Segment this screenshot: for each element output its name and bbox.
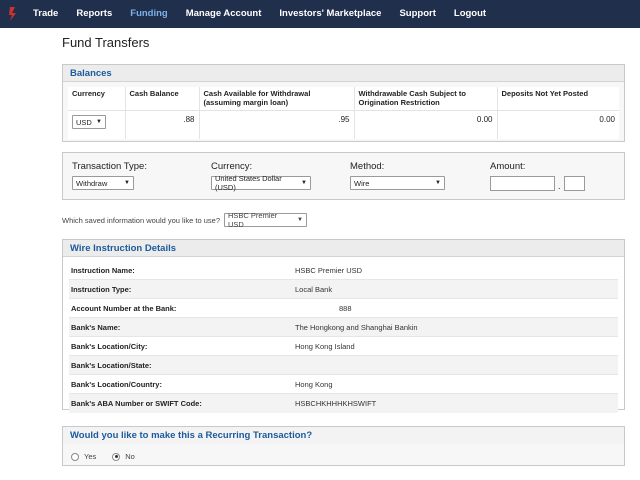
list-item: Instruction Name: HSBC Premier USD — [69, 261, 618, 280]
balances-heading: Balances — [63, 65, 624, 82]
transaction-currency-select[interactable]: United States Dollar (USD) ▼ — [211, 174, 311, 192]
list-item: Bank's Name: The Hongkong and Shanghai B… — [69, 318, 618, 337]
recurring-heading: Would you like to make this a Recurring … — [63, 427, 624, 444]
chevron-down-icon: ▼ — [435, 180, 441, 186]
wire-instruction-panel: Wire Instruction Details Instruction Nam… — [62, 239, 625, 413]
transaction-type-select[interactable]: Withdraw ▼ — [72, 176, 134, 190]
amount-cents-input[interactable] — [564, 176, 585, 191]
list-item: Bank's Location/State: — [69, 356, 618, 375]
nav-manage-account[interactable]: Manage Account — [177, 0, 271, 28]
wire-key: Instruction Name: — [71, 265, 135, 275]
withdrawable-restricted-value: 0.00 — [354, 110, 498, 139]
wire-key: Bank's Name: — [71, 322, 121, 332]
nav-trade[interactable]: Trade — [26, 0, 67, 28]
col-currency: Currency — [68, 87, 126, 111]
transaction-type-label: Transaction Type: — [72, 161, 147, 172]
transaction-type-value: Withdraw — [76, 178, 108, 188]
transaction-currency-value: United States Dollar (USD) — [215, 174, 282, 192]
nav-reports[interactable]: Reports — [67, 0, 121, 28]
chevron-down-icon: ▼ — [301, 180, 307, 186]
wire-value: The Hongkong and Shanghai Bankin — [295, 322, 418, 332]
deposits-not-posted-value: 0.00 — [497, 110, 619, 139]
saved-info-value: HSBC Premier USD — [228, 211, 278, 229]
currency-select-value: USD — [76, 117, 92, 127]
wire-key: Instruction Type: — [71, 284, 132, 294]
wire-value: HSBC Premier USD — [295, 265, 363, 275]
recurring-no-label: No — [125, 452, 135, 461]
col-withdrawable-restricted: Withdrawable Cash Subject to Origination… — [354, 87, 498, 111]
list-item: Bank's Location/City: Hong Kong Island — [69, 337, 618, 356]
saved-info-row: Which saved information would you like t… — [62, 211, 307, 229]
chevron-down-icon: ▼ — [297, 217, 303, 223]
saved-info-question: Which saved information would you like t… — [62, 215, 220, 225]
wire-key: Bank's ABA Number or SWIFT Code: — [71, 399, 202, 408]
wire-value: Local Bank — [295, 284, 333, 294]
wire-key: Bank's Location/City: — [71, 341, 148, 351]
balances-table: Currency Cash Balance Cash Available for… — [68, 87, 619, 139]
wire-value: HSBCHKHHHKHSWIFT — [295, 399, 377, 408]
amount-whole-input[interactable] — [490, 176, 555, 191]
top-nav: Trade Reports Funding Manage Account Inv… — [0, 0, 640, 28]
transaction-panel: Transaction Type: Withdraw ▼ Currency: U… — [62, 152, 625, 200]
recurring-panel: Would you like to make this a Recurring … — [62, 426, 625, 466]
wire-value: Hong Kong Island — [295, 341, 355, 351]
saved-info-select[interactable]: HSBC Premier USD ▼ — [224, 211, 307, 229]
wire-key: Bank's Location/Country: — [71, 379, 162, 389]
list-item: Bank's ABA Number or SWIFT Code: HSBCHKH… — [69, 394, 618, 413]
nav-investors-marketplace[interactable]: Investors' Marketplace — [270, 0, 390, 28]
col-deposits-not-posted: Deposits Not Yet Posted — [497, 87, 619, 111]
nav-support[interactable]: Support — [390, 0, 444, 28]
recurring-no-radio[interactable] — [112, 452, 121, 461]
col-cash-available: Cash Available for Withdrawal (assuming … — [199, 87, 355, 111]
recurring-yes-label: Yes — [84, 452, 97, 461]
nav-funding[interactable]: Funding — [121, 0, 176, 28]
page-title: Fund Transfers — [62, 35, 150, 50]
cash-available-value: .95 — [199, 110, 355, 139]
amount-label: Amount: — [490, 161, 526, 172]
wire-key: Account Number at the Bank: — [71, 303, 177, 313]
method-select[interactable]: Wire ▼ — [350, 176, 445, 190]
method-label: Method: — [350, 161, 385, 172]
col-cash-balance: Cash Balance — [125, 87, 200, 111]
recurring-yes-radio[interactable] — [71, 452, 79, 461]
list-item: Account Number at the Bank: 888 — [69, 299, 618, 318]
brand-logo-icon[interactable] — [0, 0, 26, 28]
chevron-down-icon: ▼ — [124, 180, 130, 186]
amount-decimal-separator: . — [558, 181, 561, 191]
wire-value: Hong Kong — [295, 379, 333, 389]
recurring-options: Yes No — [71, 452, 135, 461]
currency-select[interactable]: USD ▼ — [72, 115, 106, 129]
table-row: USD ▼ .88 .95 0.00 0.00 — [68, 110, 619, 139]
currency-label: Currency: — [211, 161, 253, 172]
chevron-down-icon: ▼ — [96, 119, 102, 125]
currency-cell: USD ▼ — [68, 110, 126, 139]
cash-balance-value: .88 — [125, 110, 200, 139]
balances-panel: Balances Currency Cash Balance Cash Avai… — [62, 64, 625, 142]
list-item: Bank's Location/Country: Hong Kong — [69, 375, 618, 394]
list-item: Instruction Type: Local Bank — [69, 280, 618, 299]
wire-key: Bank's Location/State: — [71, 360, 152, 370]
method-value: Wire — [354, 178, 370, 188]
nav-logout[interactable]: Logout — [445, 0, 495, 28]
wire-heading: Wire Instruction Details — [63, 240, 624, 257]
wire-value: 888 — [339, 303, 352, 313]
